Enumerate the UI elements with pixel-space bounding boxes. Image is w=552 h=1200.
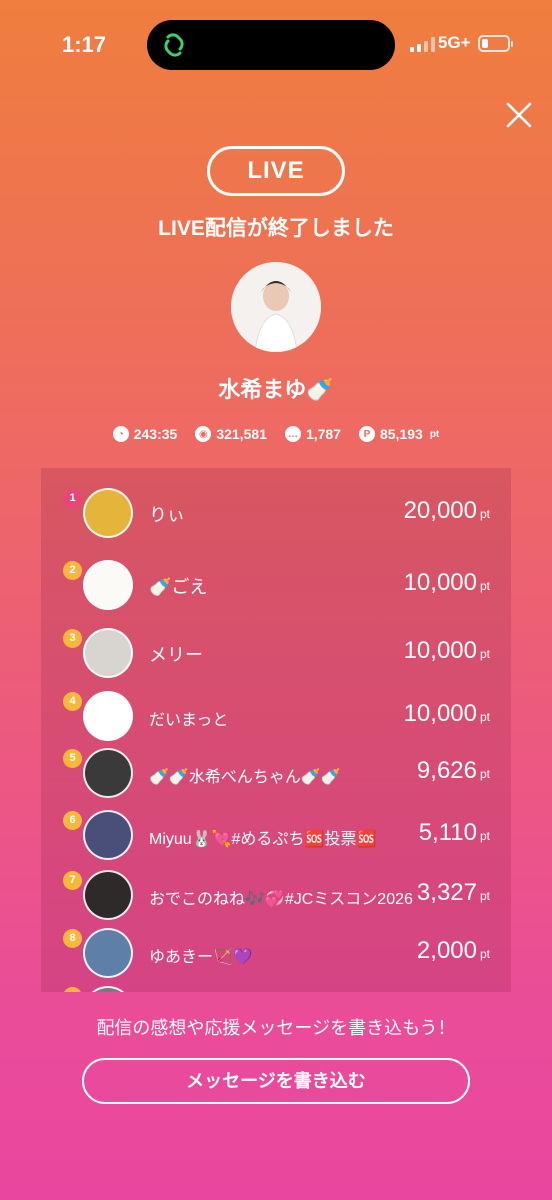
rank-badge: 6 [63, 811, 82, 830]
supporter-points: 3,327 pt [417, 879, 490, 907]
list-item[interactable]: 4 だいまっと 10,000 pt [41, 685, 511, 747]
list-item[interactable] [41, 980, 511, 992]
list-item[interactable]: 8 ゆあきー🏹💜 2,000 pt [41, 922, 511, 984]
points-value: 10,000 [403, 637, 477, 664]
points-unit: pt [479, 947, 490, 961]
supporter-points: 10,000 pt [404, 637, 490, 665]
points-unit: pt [479, 829, 490, 843]
supporter-points: 9,626 pt [417, 757, 490, 785]
avatar[interactable] [83, 560, 133, 610]
stat-comments: … 1,787 [284, 426, 341, 442]
supporter-points: 20,000 pt [404, 497, 490, 525]
stat-points-unit: pt [429, 428, 440, 440]
write-message-button[interactable]: メッセージを書き込む [82, 1058, 470, 1104]
supporter-name: ゆあきー🏹💜 [149, 949, 253, 966]
list-item[interactable]: 7 おでこのねね🎶💞#JCミスコン2026 3,327 pt [41, 864, 511, 926]
avatar[interactable] [83, 628, 133, 678]
list-item[interactable]: 2 🍼ごえ 10,000 pt [41, 554, 511, 616]
rank-badge: 4 [63, 692, 82, 711]
status-time: 1:17 [62, 32, 107, 57]
supporter-name: りぃ [149, 505, 185, 525]
rank-badge: 5 [63, 749, 82, 768]
points-unit: pt [479, 647, 490, 661]
supporter-points: 10,000 pt [404, 700, 490, 728]
supporter-points: 10,000 pt [404, 569, 490, 597]
stat-points: P 85,193 pt [358, 426, 440, 442]
supporter-points: 2,000 pt [417, 937, 490, 965]
points-unit: pt [479, 767, 490, 781]
rank-badge: 3 [63, 629, 82, 648]
avatar[interactable] [83, 870, 133, 920]
points-icon: P [358, 426, 375, 442]
supporter-name: Miyuu🐰💘#めるぷち🆘投票🆘 [149, 831, 377, 848]
stat-comments-value: 1,787 [305, 426, 341, 442]
supporter-name: だいまっと [149, 712, 229, 729]
points-value: 10,000 [403, 569, 477, 596]
stat-duration: ◔ 243:35 [112, 426, 178, 442]
rank-badge [63, 987, 82, 992]
live-ended-message: LIVE配信が終了しました [158, 217, 394, 240]
eye-icon: ◉ [195, 426, 212, 442]
network-type: 5G+ [438, 33, 471, 52]
rank-badge: 2 [63, 561, 82, 580]
dynamic-island [147, 20, 395, 70]
points-unit: pt [479, 579, 490, 593]
supporter-name: 🍼🍼水希べんちゃん🍼🍼 [149, 769, 341, 786]
link-app-icon [164, 33, 184, 57]
avatar[interactable] [83, 986, 133, 992]
list-item[interactable]: 1 りぃ 20,000 pt [41, 482, 511, 544]
avatar[interactable] [83, 810, 133, 860]
stat-views-value: 321,581 [216, 426, 267, 442]
supporter-ranking-list[interactable]: 1 りぃ 20,000 pt 2 🍼ごえ 10,000 pt 3 メリー 10,00… [41, 468, 511, 992]
points-unit: pt [479, 507, 490, 521]
status-bar: 1:17 5G+ [0, 0, 552, 90]
message-prompt: 配信の感想や応援メッセージを書き込もう！ [96, 1018, 456, 1038]
stat-points-value: 85,193 [379, 426, 423, 442]
points-value: 10,000 [403, 700, 477, 727]
host-avatar[interactable] [231, 262, 321, 352]
host-name: 水希まゆ🍼 [218, 377, 334, 402]
points-value: 20,000 [403, 497, 477, 524]
rank-badge: 8 [63, 929, 82, 948]
points-unit: pt [479, 889, 490, 903]
supporter-name: 🍼ごえ [149, 577, 208, 597]
list-item[interactable]: 5 🍼🍼水希べんちゃん🍼🍼 9,626 pt [41, 742, 511, 804]
list-item[interactable]: 3 メリー 10,000 pt [41, 622, 511, 684]
clock-icon: ◔ [112, 426, 129, 442]
supporter-name: おでこのねね🎶💞#JCミスコン2026 [149, 891, 413, 908]
points-value: 9,626 [416, 757, 477, 784]
points-value: 5,110 [418, 819, 477, 846]
supporter-name: メリー [149, 645, 203, 665]
live-badge: LIVE [207, 146, 345, 196]
avatar[interactable] [83, 488, 133, 538]
points-unit: pt [479, 710, 490, 724]
supporter-points: 5,110 pt [419, 819, 490, 847]
stat-views: ◉ 321,581 [195, 426, 267, 442]
comment-icon: … [284, 426, 301, 442]
points-value: 3,327 [416, 879, 477, 906]
list-item[interactable]: 6 Miyuu🐰💘#めるぷち🆘投票🆘 5,110 pt [41, 804, 511, 866]
avatar[interactable] [83, 748, 133, 798]
rank-badge: 1 [63, 489, 82, 508]
battery-icon [478, 35, 513, 52]
stats-bar: ◔ 243:35 ◉ 321,581 … 1,787 P 85,193 pt [0, 426, 552, 442]
points-value: 2,000 [416, 937, 477, 964]
signal-icon [410, 36, 435, 52]
close-icon[interactable] [502, 98, 536, 132]
avatar[interactable] [83, 928, 133, 978]
rank-badge: 7 [63, 871, 82, 890]
avatar[interactable] [83, 691, 133, 741]
stat-duration-value: 243:35 [133, 426, 178, 442]
